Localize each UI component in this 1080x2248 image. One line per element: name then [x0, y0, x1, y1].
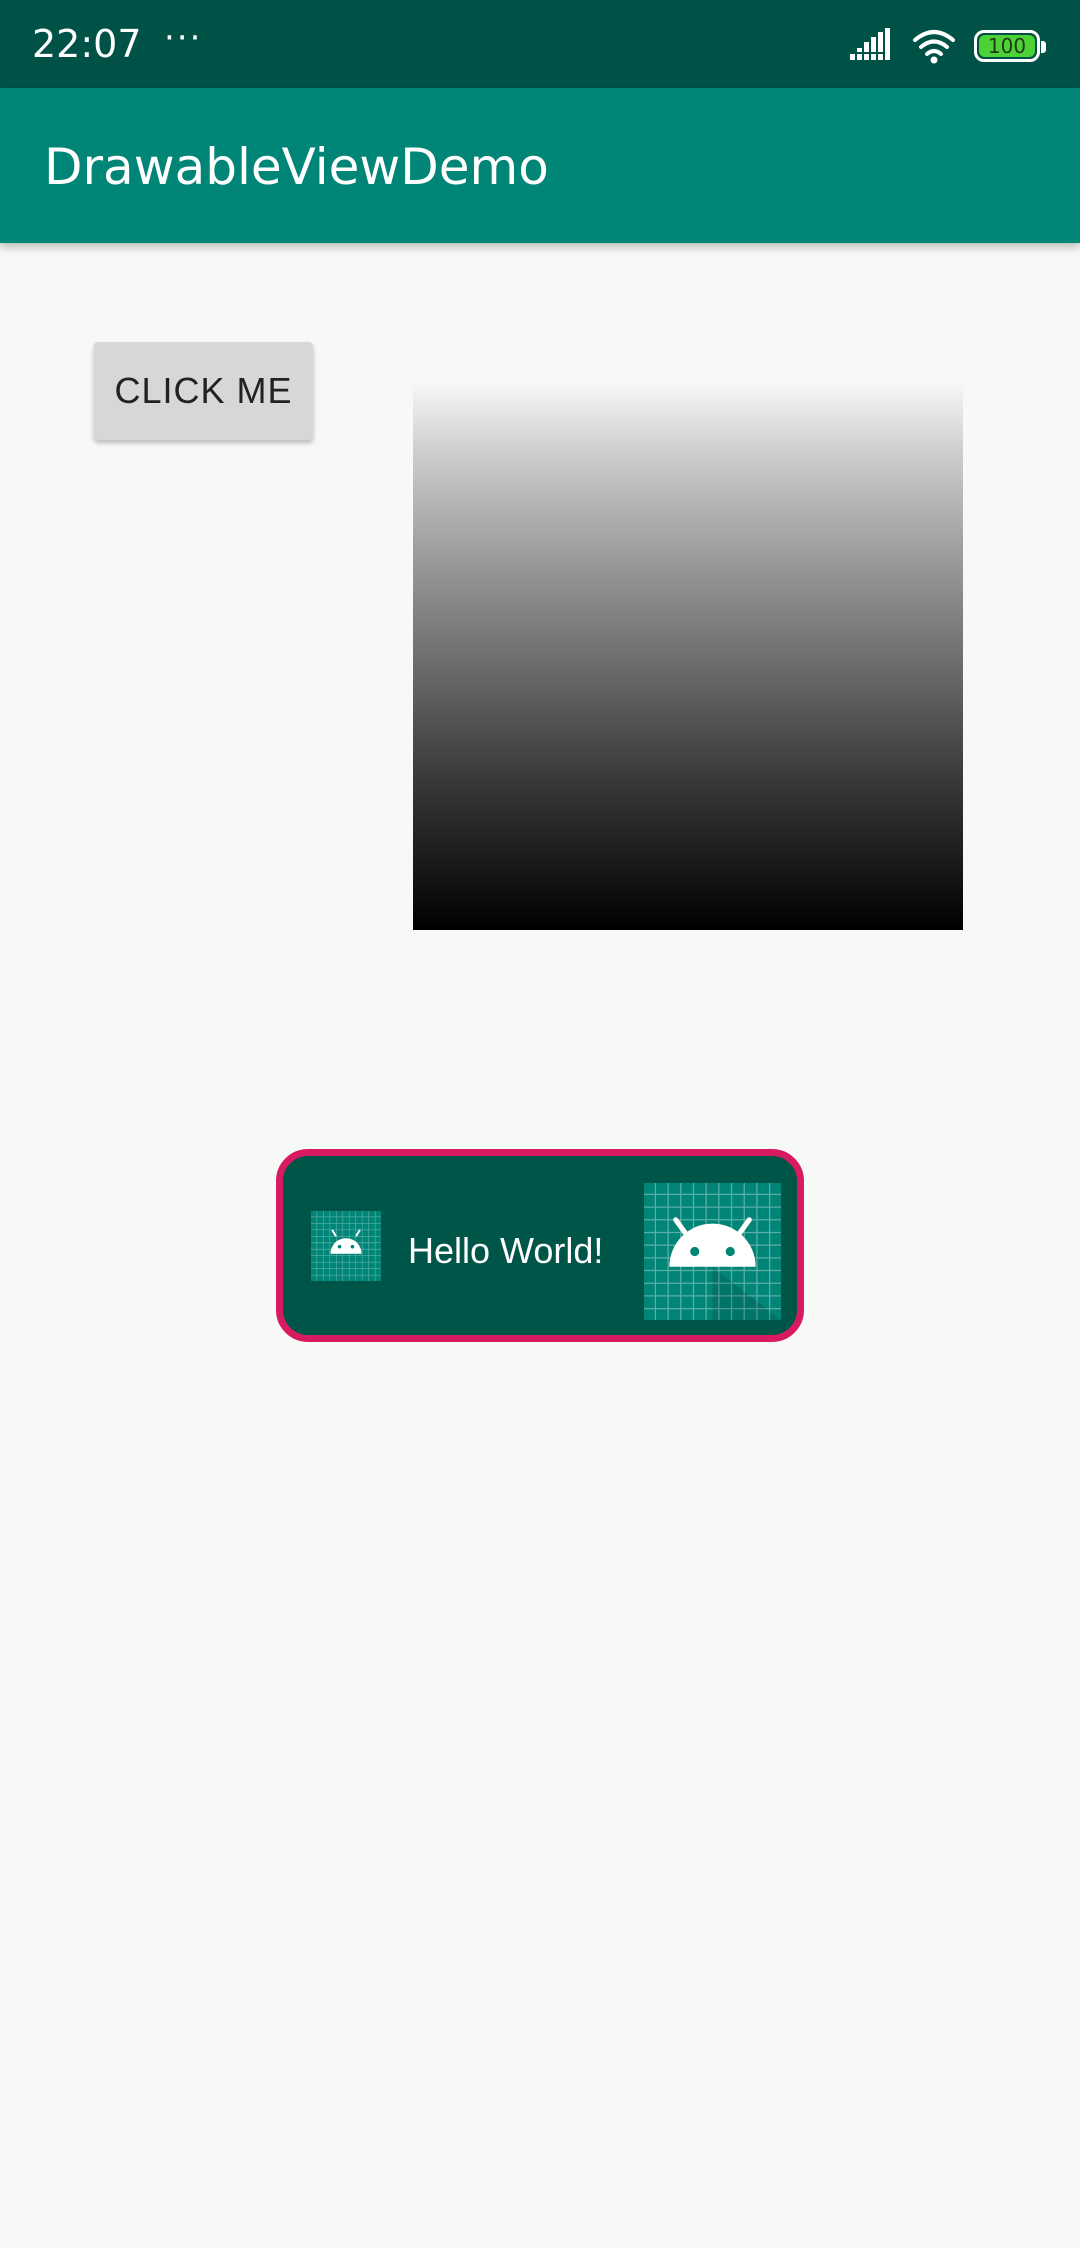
hello-world-text: Hello World! [408, 1230, 604, 1271]
status-icons: 100 [850, 24, 1046, 68]
hello-drawable-view: Hello World! [276, 1149, 804, 1342]
signal-icon [850, 28, 890, 60]
battery-icon: 100 [974, 30, 1046, 62]
app-bar: DrawableViewDemo [0, 88, 1080, 243]
app-title: DrawableViewDemo [44, 138, 549, 196]
status-time: 22:07 [32, 22, 142, 66]
battery-level: 100 [987, 34, 1027, 58]
android-icon [311, 1211, 381, 1281]
more-notifications-icon: ··· [164, 18, 203, 58]
status-bar: 22:07 ··· 100 [0, 0, 1080, 88]
gradient-view [413, 382, 963, 930]
wifi-icon [913, 30, 955, 64]
android-icon [644, 1183, 781, 1320]
click-me-button[interactable]: CLICK ME [94, 342, 313, 440]
